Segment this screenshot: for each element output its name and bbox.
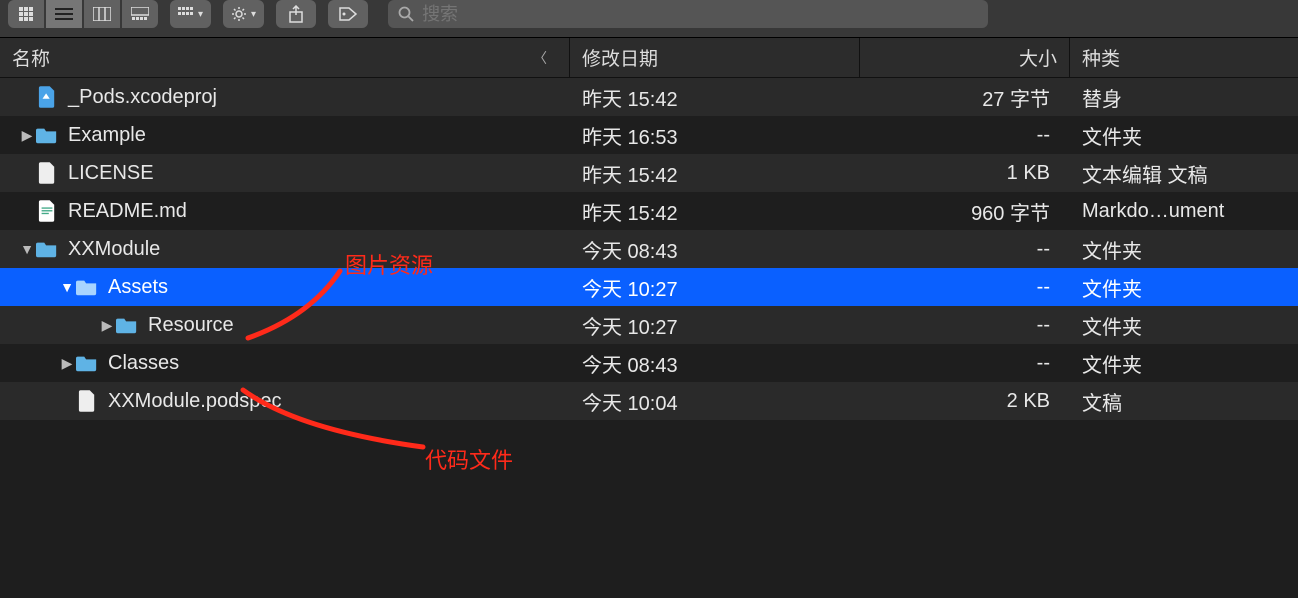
file-name: Resource bbox=[148, 314, 234, 337]
gear-icon bbox=[231, 6, 247, 22]
file-row[interactable]: README.md 昨天 15:42 960 字节 Markdo…ument bbox=[0, 192, 1298, 230]
file-name: README.md bbox=[68, 200, 187, 223]
file-row[interactable]: XXModule.podspec 今天 10:04 2 KB 文稿 bbox=[0, 382, 1298, 420]
file-size: 2 KB bbox=[860, 390, 1070, 413]
arrange-button[interactable]: ▾ bbox=[170, 0, 211, 28]
disclosure-triangle[interactable]: ▶ bbox=[98, 317, 116, 334]
file-size: -- bbox=[860, 124, 1070, 147]
file-name: Classes bbox=[108, 352, 179, 375]
file-kind: 文稿 bbox=[1070, 387, 1298, 416]
file-kind: 文件夹 bbox=[1070, 235, 1298, 264]
file-kind: 文件夹 bbox=[1070, 311, 1298, 340]
file-date: 今天 08:43 bbox=[570, 235, 860, 264]
xcodeproj-icon bbox=[36, 86, 58, 108]
disclosure-triangle[interactable]: ▶ bbox=[58, 355, 76, 372]
file-date: 昨天 15:42 bbox=[570, 159, 860, 188]
file-row[interactable]: LICENSE 昨天 15:42 1 KB 文本编辑 文稿 bbox=[0, 154, 1298, 192]
file-row[interactable]: ▼ Assets 今天 10:27 -- 文件夹 bbox=[0, 268, 1298, 306]
file-name: XXModule bbox=[68, 238, 160, 261]
file-listing: 名称 〈 修改日期 大小 种类 _Pods.xcodeproj 昨天 15:42… bbox=[0, 38, 1298, 598]
share-icon bbox=[289, 5, 303, 23]
sort-indicator-icon: 〈 bbox=[533, 48, 547, 68]
file-icon bbox=[76, 390, 98, 412]
file-kind: 文件夹 bbox=[1070, 273, 1298, 302]
grid-icon bbox=[18, 6, 34, 22]
search-input[interactable] bbox=[422, 4, 978, 25]
file-row[interactable]: ▶ Example 昨天 16:53 -- 文件夹 bbox=[0, 116, 1298, 154]
arrange-icon bbox=[178, 7, 194, 21]
file-name: Assets bbox=[108, 276, 168, 299]
list-icon bbox=[55, 7, 73, 21]
file-date: 今天 10:27 bbox=[570, 311, 860, 340]
folder-icon bbox=[36, 124, 58, 146]
folder-icon bbox=[116, 314, 138, 336]
file-kind: 文件夹 bbox=[1070, 349, 1298, 378]
view-icon-button[interactable] bbox=[8, 0, 44, 28]
view-list-button[interactable] bbox=[46, 0, 82, 28]
column-header-name[interactable]: 名称 〈 bbox=[0, 38, 570, 77]
column-header-kind[interactable]: 种类 bbox=[1070, 38, 1298, 77]
disclosure-triangle[interactable]: ▼ bbox=[58, 279, 76, 295]
file-row[interactable]: ▼ XXModule 今天 08:43 -- 文件夹 bbox=[0, 230, 1298, 268]
file-date: 今天 10:27 bbox=[570, 273, 860, 302]
file-date: 今天 10:04 bbox=[570, 387, 860, 416]
file-size: 1 KB bbox=[860, 162, 1070, 185]
gallery-icon bbox=[131, 7, 149, 21]
toolbar: ▾ ▾ bbox=[0, 0, 1298, 38]
view-gallery-button[interactable] bbox=[122, 0, 158, 28]
file-date: 昨天 15:42 bbox=[570, 197, 860, 226]
disclosure-triangle[interactable]: ▶ bbox=[18, 127, 36, 144]
file-row[interactable]: ▶ Classes 今天 08:43 -- 文件夹 bbox=[0, 344, 1298, 382]
file-rows: _Pods.xcodeproj 昨天 15:42 27 字节 替身 ▶ Exam… bbox=[0, 78, 1298, 420]
column-header-date[interactable]: 修改日期 bbox=[570, 38, 860, 77]
file-name: XXModule.podspec bbox=[108, 390, 281, 413]
file-size: 27 字节 bbox=[860, 83, 1070, 112]
file-kind: 替身 bbox=[1070, 83, 1298, 112]
file-size: -- bbox=[860, 352, 1070, 375]
file-size: -- bbox=[860, 276, 1070, 299]
file-name: Example bbox=[68, 124, 146, 147]
file-size: 960 字节 bbox=[860, 197, 1070, 226]
file-size: -- bbox=[860, 314, 1070, 337]
view-column-button[interactable] bbox=[84, 0, 120, 28]
search-icon bbox=[398, 6, 414, 22]
tag-icon bbox=[339, 7, 357, 21]
folder-icon bbox=[76, 352, 98, 374]
file-row[interactable]: ▶ Resource 今天 10:27 -- 文件夹 bbox=[0, 306, 1298, 344]
column-header-size[interactable]: 大小 bbox=[860, 38, 1070, 77]
tag-button[interactable] bbox=[328, 0, 368, 28]
file-date: 今天 08:43 bbox=[570, 349, 860, 378]
folder-icon bbox=[76, 276, 98, 298]
file-size: -- bbox=[860, 238, 1070, 261]
file-kind: 文本编辑 文稿 bbox=[1070, 159, 1298, 188]
file-name: LICENSE bbox=[68, 162, 154, 185]
file-name: _Pods.xcodeproj bbox=[68, 86, 217, 109]
action-button[interactable]: ▾ bbox=[223, 0, 264, 28]
file-kind: Markdo…ument bbox=[1070, 200, 1298, 223]
disclosure-triangle[interactable]: ▼ bbox=[18, 241, 36, 257]
column-name-label: 名称 bbox=[12, 44, 50, 71]
file-date: 昨天 15:42 bbox=[570, 83, 860, 112]
file-row[interactable]: _Pods.xcodeproj 昨天 15:42 27 字节 替身 bbox=[0, 78, 1298, 116]
file-kind: 文件夹 bbox=[1070, 121, 1298, 150]
file-date: 昨天 16:53 bbox=[570, 121, 860, 150]
folder-icon bbox=[36, 238, 58, 260]
share-button[interactable] bbox=[276, 0, 316, 28]
annotation-code-files: 代码文件 bbox=[425, 443, 513, 475]
column-headers: 名称 〈 修改日期 大小 种类 bbox=[0, 38, 1298, 78]
file-icon bbox=[36, 162, 58, 184]
md-icon bbox=[36, 200, 58, 222]
columns-icon bbox=[93, 7, 111, 21]
search-box[interactable] bbox=[388, 0, 988, 28]
